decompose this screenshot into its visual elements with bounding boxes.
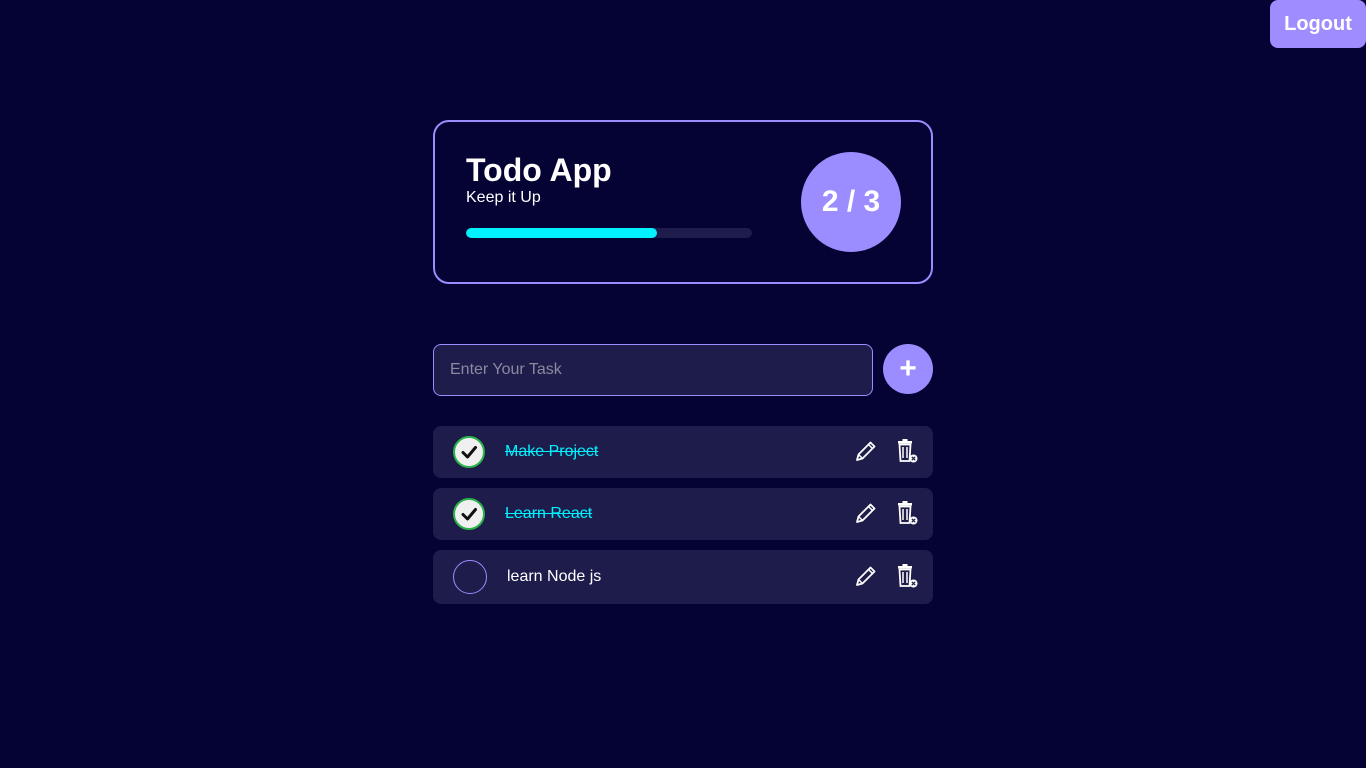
- trash-icon[interactable]: [895, 563, 919, 589]
- todo-checkbox[interactable]: [453, 436, 485, 468]
- todo-item: learn Node js: [433, 550, 933, 604]
- completion-counter: 2 / 3: [801, 152, 901, 252]
- todo-text[interactable]: learn Node js: [507, 568, 601, 586]
- app-subtitle: Keep it Up: [466, 189, 541, 206]
- todo-text[interactable]: Make Project: [505, 443, 598, 461]
- task-input[interactable]: [433, 344, 873, 396]
- todo-text[interactable]: Learn React: [505, 505, 592, 523]
- todo-checkbox[interactable]: [453, 498, 485, 530]
- todo-item: Learn React: [433, 488, 933, 540]
- checkmark-icon: [461, 508, 477, 521]
- checkmark-icon: [461, 446, 477, 459]
- todo-item: Make Project: [433, 426, 933, 478]
- todo-checkbox[interactable]: [453, 560, 487, 594]
- trash-icon[interactable]: [895, 438, 919, 464]
- todo-list: Make Project Learn React learn Node js: [433, 426, 933, 614]
- pencil-icon[interactable]: [853, 500, 879, 526]
- pencil-icon[interactable]: [853, 438, 879, 464]
- add-task-button[interactable]: +: [883, 344, 933, 394]
- progress-card: Todo App Keep it Up 2 / 3: [433, 120, 933, 284]
- logout-button[interactable]: Logout: [1270, 0, 1366, 48]
- trash-icon[interactable]: [895, 500, 919, 526]
- app-title: Todo App: [466, 152, 612, 188]
- progress-bar: [466, 228, 752, 238]
- pencil-icon[interactable]: [853, 563, 879, 589]
- progress-bar-fill: [466, 228, 657, 238]
